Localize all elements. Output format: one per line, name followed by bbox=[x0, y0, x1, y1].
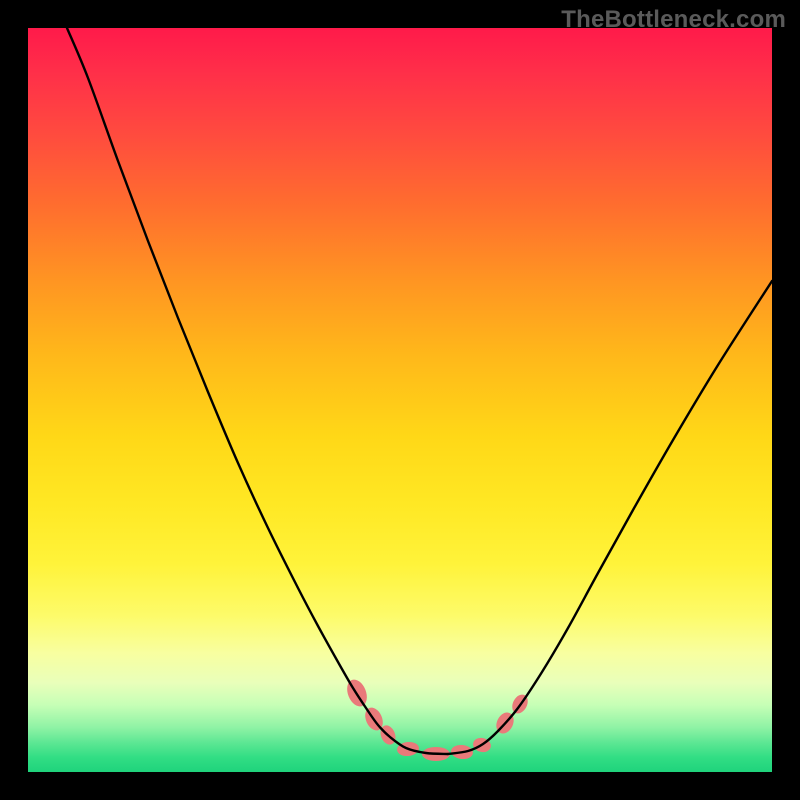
curve-right-branch bbox=[448, 281, 772, 754]
marker-group bbox=[343, 677, 530, 761]
chart-frame: TheBottleneck.com bbox=[0, 0, 800, 800]
plot-area bbox=[28, 28, 772, 772]
curve-svg bbox=[28, 28, 772, 772]
curve-left-branch bbox=[67, 28, 448, 754]
